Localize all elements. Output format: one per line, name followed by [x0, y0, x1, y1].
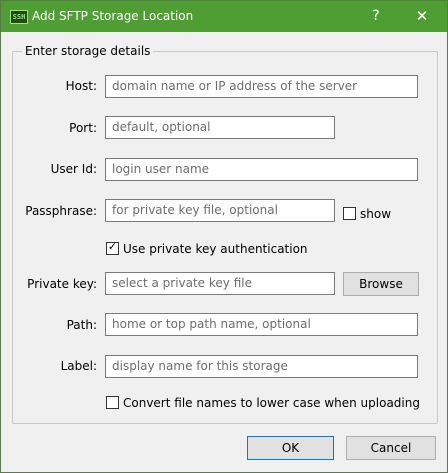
path-input[interactable]: home or top path name, optional	[105, 313, 418, 336]
group-title: Enter storage details	[22, 44, 154, 58]
use-private-key-checkbox[interactable]: ✓	[106, 240, 119, 255]
ok-button[interactable]: OK	[247, 436, 334, 460]
lowercase-checkbox[interactable]	[106, 396, 119, 409]
label-input[interactable]: display name for this storage	[105, 355, 418, 378]
show-checkbox[interactable]	[343, 207, 356, 220]
port-input[interactable]: default, optional	[105, 116, 335, 139]
window-title: Add SFTP Storage Location	[32, 9, 194, 23]
user-id-label: User Id:	[50, 162, 97, 176]
title-bar[interactable]: SSH Add SFTP Storage Location ? ✕	[1, 1, 447, 32]
cancel-button[interactable]: Cancel	[346, 436, 436, 460]
browse-button[interactable]: Browse	[343, 272, 419, 296]
host-label: Host:	[65, 79, 97, 93]
use-private-key-label[interactable]: Use private key authentication	[123, 242, 308, 256]
private-key-input[interactable]: select a private key file	[105, 272, 335, 295]
close-icon[interactable]: ✕	[399, 1, 445, 32]
private-key-label: Private key:	[27, 277, 97, 291]
host-input[interactable]: domain name or IP address of the server	[105, 75, 418, 98]
lowercase-checkbox-label[interactable]: Convert file names to lower case when up…	[123, 396, 420, 410]
port-label: Port:	[69, 121, 97, 135]
path-label: Path:	[66, 318, 97, 332]
passphrase-input[interactable]: for private key file, optional	[105, 199, 335, 222]
help-icon[interactable]: ?	[353, 1, 399, 32]
app-icon: SSH	[10, 10, 28, 24]
passphrase-label: Passphrase:	[25, 204, 97, 218]
add-sftp-dialog: SSH Add SFTP Storage Location ? ✕ Enter …	[0, 0, 448, 473]
show-checkbox-label[interactable]: show	[360, 207, 391, 221]
user-id-input[interactable]: login user name	[105, 158, 418, 181]
checkmark-icon: ✓	[107, 240, 118, 253]
label-label: Label:	[60, 359, 97, 373]
